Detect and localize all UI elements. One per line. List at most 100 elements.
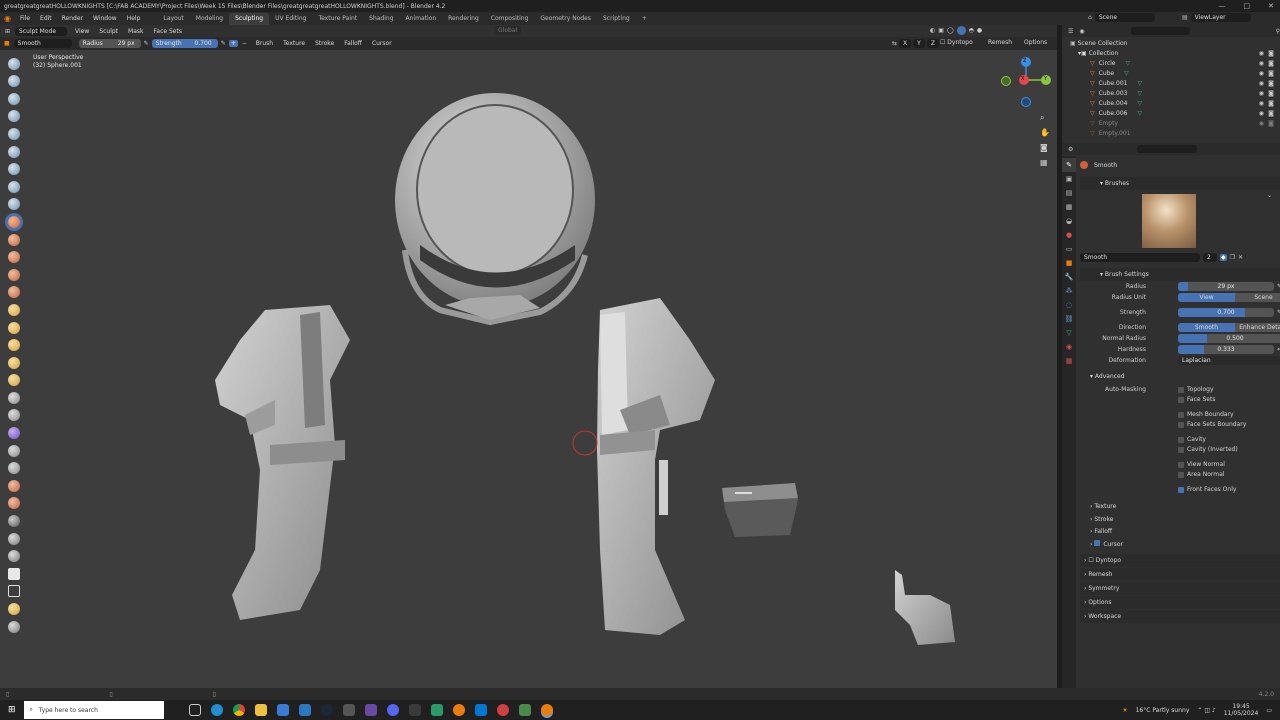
camera-icon[interactable]: ◙ xyxy=(1268,79,1274,89)
elastic-deform-tool-icon[interactable] xyxy=(8,339,20,352)
automask-area-normal-row[interactable]: Area Normal xyxy=(1080,470,1280,480)
editor-type-icon[interactable]: ⊞ xyxy=(0,28,15,35)
checkbox-view-normal[interactable] xyxy=(1178,462,1184,468)
mode-selector[interactable]: Sculpt Mode xyxy=(15,26,68,36)
cursor-subsection[interactable]: › Cursor xyxy=(1090,539,1280,552)
falloff-subsection[interactable]: › Falloff xyxy=(1090,526,1280,539)
box-mask-tool-icon[interactable] xyxy=(8,567,20,580)
display-mode-icon[interactable]: ◉ xyxy=(1079,28,1084,35)
rendered-shading-icon[interactable]: ● xyxy=(977,27,982,34)
dropdown-falloff[interactable]: Falloff xyxy=(339,37,367,50)
weather-icon[interactable]: ☀ xyxy=(1122,707,1127,714)
rotate-tool-icon[interactable] xyxy=(8,427,20,440)
advanced-section[interactable]: ▾ Advanced xyxy=(1080,370,1280,383)
material-shading-icon[interactable]: ◓ xyxy=(969,27,974,34)
normal-radius-field[interactable]: 0.500 xyxy=(1178,334,1280,343)
camera-icon[interactable]: ◙ xyxy=(1268,89,1274,99)
app-icon[interactable] xyxy=(496,704,509,716)
dropdown-brush[interactable]: Brush xyxy=(251,37,278,50)
filter-icon[interactable]: ⚲ xyxy=(1276,28,1280,35)
wireframe-shading-icon[interactable]: ◯ xyxy=(947,27,954,34)
render-tab-icon[interactable]: ▣ xyxy=(1062,172,1076,186)
3d-viewport[interactable]: User Perspective (32) Sphere.001 Z Y X ⌕… xyxy=(0,50,1057,688)
world-tab-icon[interactable]: ● xyxy=(1062,228,1076,242)
menu-render[interactable]: Render xyxy=(57,12,88,25)
properties-editor-icon[interactable]: ⚙ xyxy=(1068,146,1073,153)
unlink-brush-icon[interactable]: ✕ xyxy=(1238,254,1243,261)
ortho-grid-icon[interactable]: ▦ xyxy=(1040,155,1050,170)
inflate-tool-icon[interactable] xyxy=(8,163,20,176)
radius-prop-field[interactable]: 29 px xyxy=(1178,282,1274,291)
axis-x-toggle[interactable]: X xyxy=(899,39,912,48)
left-body-mesh[interactable] xyxy=(215,305,350,620)
camera-icon[interactable]: ◙ xyxy=(1268,119,1274,129)
blob-tool-icon[interactable] xyxy=(8,180,20,193)
draw-face-sets-tool-icon[interactable] xyxy=(8,532,20,545)
multiplane-scrape-tool-icon[interactable] xyxy=(8,286,20,299)
cloth-tool-icon[interactable] xyxy=(8,479,20,492)
stroke-subsection[interactable]: › Stroke xyxy=(1090,514,1280,527)
mail-icon[interactable] xyxy=(298,704,311,716)
automask-facesets-boundary-row[interactable]: Face Sets Boundary xyxy=(1080,420,1280,430)
app-icon[interactable] xyxy=(430,704,443,716)
flatten-tool-icon[interactable] xyxy=(8,233,20,246)
particles-tab-icon[interactable]: ⁂ xyxy=(1062,284,1076,298)
smooth-tool-icon[interactable] xyxy=(8,215,20,228)
zoom-icon[interactable]: ⌕ xyxy=(1040,110,1050,125)
physics-tab-icon[interactable]: ◌ xyxy=(1062,298,1076,312)
checkbox-topology[interactable] xyxy=(1178,387,1184,393)
draw-tool-icon[interactable] xyxy=(8,57,20,70)
collection-row[interactable]: ▾▣ Collection ◉ ◙ xyxy=(1062,49,1280,59)
mask-tool-icon[interactable] xyxy=(8,515,20,528)
brush-name-field[interactable]: Smooth xyxy=(1080,253,1200,262)
dyntopo-panel[interactable]: › ☐ Dyntopo xyxy=(1080,554,1280,567)
tray-icons[interactable]: ⌃ ◫ ♪ xyxy=(1197,707,1215,714)
camera-icon[interactable]: ◙ xyxy=(1268,99,1274,109)
layer-tool-icon[interactable] xyxy=(8,145,20,158)
clay-strips-tool-icon[interactable] xyxy=(8,110,20,123)
list-item[interactable]: ▽ Cube.004 ▽ ◉ ◙ xyxy=(1062,99,1280,109)
automask-mesh-boundary-row[interactable]: Mesh Boundary xyxy=(1080,410,1280,420)
clock[interactable]: 19:45 11/05/2024 xyxy=(1224,703,1259,717)
eye-icon[interactable]: ◉ xyxy=(1259,79,1264,89)
tab-scripting[interactable]: Scripting xyxy=(597,13,636,25)
automask-topology-row[interactable]: Auto-Masking Topology xyxy=(1080,385,1280,395)
front-faces-only-row[interactable]: Front Faces Only xyxy=(1080,485,1280,495)
tab-geometry-nodes[interactable]: Geometry Nodes xyxy=(534,13,597,25)
right-body-mesh[interactable] xyxy=(597,298,715,635)
eye-icon[interactable]: ◉ xyxy=(1259,119,1264,129)
strength-pressure-icon[interactable]: ✎ xyxy=(218,40,229,47)
tab-layout[interactable]: Layout xyxy=(157,13,189,25)
pose-tool-icon[interactable] xyxy=(8,391,20,404)
solid-shading-icon[interactable] xyxy=(956,26,966,35)
viewlayer-field[interactable]: ViewLayer xyxy=(1190,13,1251,22)
axis-y-toggle[interactable]: Y xyxy=(913,39,925,48)
brushes-section[interactable]: ▾ Brushes xyxy=(1080,177,1280,190)
transform-tool-icon[interactable] xyxy=(8,603,20,615)
checkbox-front-faces-only[interactable] xyxy=(1178,487,1184,493)
app-icon[interactable] xyxy=(518,704,531,716)
steam-icon[interactable] xyxy=(320,704,333,716)
snake-hook-tool-icon[interactable] xyxy=(8,356,20,369)
multires-displacement-tool-icon[interactable] xyxy=(8,550,20,563)
checkbox-face-sets-boundary[interactable] xyxy=(1178,422,1184,428)
fill-tool-icon[interactable] xyxy=(8,251,20,264)
brush-settings-section[interactable]: ▾ Brush Settings xyxy=(1080,268,1280,281)
checkbox-cavity[interactable] xyxy=(1178,437,1184,443)
camera-icon[interactable]: ◙ xyxy=(1268,109,1274,119)
collection-tab-icon[interactable]: ▭ xyxy=(1062,242,1076,256)
xray-icon[interactable]: ▣ xyxy=(938,27,944,34)
dropdown-cursor[interactable]: Cursor xyxy=(367,37,397,50)
list-item[interactable]: ▽ Cube.001 ▽ ◉ ◙ xyxy=(1062,79,1280,89)
constraints-tab-icon[interactable]: ⛓ xyxy=(1062,312,1076,326)
blender-logo-icon[interactable]: ◉ xyxy=(0,14,15,23)
list-item[interactable]: ▽ Cube.003 ▽ ◉ ◙ xyxy=(1062,89,1280,99)
navigation-gizmo[interactable]: Z Y X xyxy=(1000,56,1052,108)
data-tab-icon[interactable]: ▽ xyxy=(1062,326,1076,340)
checkbox-area-normal[interactable] xyxy=(1178,472,1184,478)
grab-tool-icon[interactable] xyxy=(8,321,20,334)
chrome-icon[interactable] xyxy=(232,704,245,716)
vscode-icon[interactable] xyxy=(474,704,487,716)
nudge-tool-icon[interactable] xyxy=(8,409,20,422)
scene-field[interactable]: Scene xyxy=(1094,13,1155,22)
